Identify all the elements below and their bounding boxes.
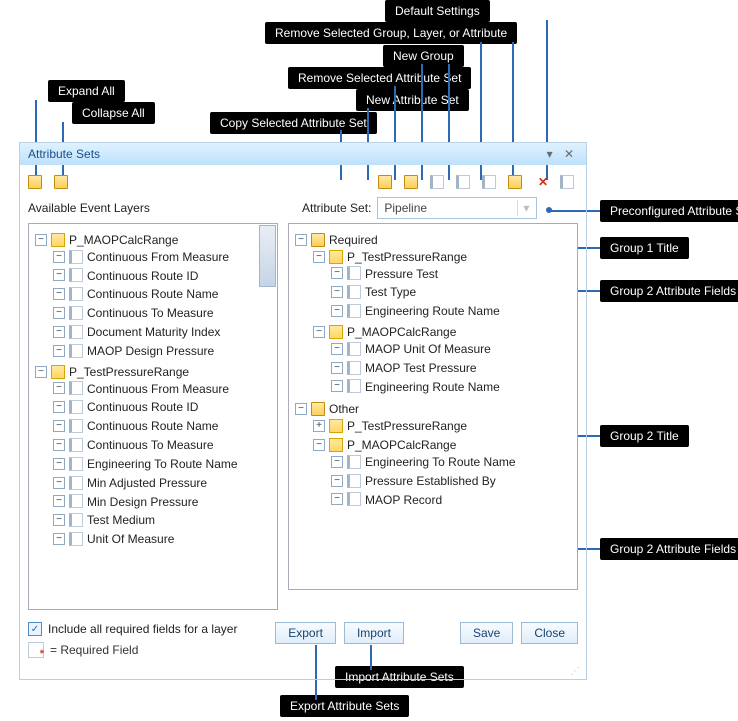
scrollbar-thumb[interactable]: [259, 225, 276, 287]
tree-item[interactable]: −Engineering Route Name: [331, 301, 575, 320]
callout-new-group: New Group: [383, 45, 464, 67]
dialog-title: Attribute Sets: [28, 147, 100, 161]
available-layers-pane: −P_MAOPCalcRange −Continuous From Measur…: [28, 223, 278, 610]
save-button[interactable]: Save: [460, 622, 513, 644]
tree-item[interactable]: −MAOP Test Pressure: [331, 358, 575, 377]
dialog-header: Attribute Sets ▾ ✕: [20, 143, 586, 165]
callout-export-set: Export Attribute Sets: [280, 695, 409, 717]
tree-item[interactable]: −MAOP Record: [331, 490, 575, 509]
tree-item[interactable]: −Continuous Route ID: [53, 266, 275, 285]
attr-set-label: Attribute Set:: [302, 201, 371, 215]
tree-item[interactable]: −Continuous To Measure: [53, 435, 275, 454]
remove-item-button[interactable]: ✕: [534, 173, 552, 191]
tree-layer[interactable]: −P_TestPressureRange −Pressure Test −Tes…: [313, 247, 575, 322]
tree-item[interactable]: −Continuous Route Name: [53, 416, 275, 435]
callout-collapse-all: Collapse All: [72, 102, 155, 124]
include-required-checkbox[interactable]: ✓ Include all required fields for a laye…: [28, 622, 237, 636]
tree-layer[interactable]: −P_TestPressureRange −Continuous From Me…: [35, 362, 275, 550]
copy-set-button[interactable]: [430, 173, 448, 191]
callout-expand-all: Expand All: [48, 80, 125, 102]
tree-layer[interactable]: +P_TestPressureRange: [313, 416, 575, 435]
tree-item[interactable]: −MAOP Design Pressure: [53, 341, 275, 360]
close-button[interactable]: Close: [521, 622, 578, 644]
legend-text: = Required Field: [50, 643, 138, 657]
attr-set-value: Pipeline: [384, 201, 427, 215]
tree-item[interactable]: −Document Maturity Index: [53, 322, 275, 341]
default-settings-button[interactable]: [560, 173, 578, 191]
expand-all-button[interactable]: [28, 173, 46, 191]
export-button[interactable]: Export: [275, 622, 336, 644]
required-icon: [28, 642, 44, 658]
tree-layer[interactable]: −P_MAOPCalcRange −MAOP Unit Of Measure −…: [313, 322, 575, 397]
configured-set-pane: −Required −P_TestPressureRange −Pressure…: [288, 223, 578, 590]
tree-item[interactable]: −Min Adjusted Pressure: [53, 473, 275, 492]
collapse-all-right-button[interactable]: [404, 173, 422, 191]
new-set-button[interactable]: [456, 173, 474, 191]
tree-item[interactable]: −Continuous To Measure: [53, 303, 275, 322]
attr-set-combo[interactable]: Pipeline ▾: [377, 197, 537, 219]
tree-item[interactable]: −Unit Of Measure: [53, 529, 275, 548]
expand-all-right-button[interactable]: [378, 173, 396, 191]
callout-group2-attr: Group 2 Attribute Fields: [600, 280, 738, 302]
callout-remove-set: Remove Selected Attribute Set: [288, 67, 471, 89]
include-required-label: Include all required fields for a layer: [48, 622, 237, 636]
toolbar: ✕: [20, 165, 586, 195]
tree-item[interactable]: −Engineering To Route Name: [53, 454, 275, 473]
tree-item[interactable]: −Continuous From Measure: [53, 247, 275, 266]
callout-new-set: New Attribute Set: [356, 89, 469, 111]
tree-item[interactable]: −Continuous Route ID: [53, 397, 275, 416]
chevron-down-icon: ▾: [517, 200, 534, 216]
checkbox-icon: ✓: [28, 622, 42, 636]
tree-item[interactable]: −Continuous Route Name: [53, 284, 275, 303]
import-button[interactable]: Import: [344, 622, 404, 644]
tree-item[interactable]: −Min Design Pressure: [53, 492, 275, 511]
tree-group[interactable]: −Other +P_TestPressureRange −P_MAOPCalcR…: [295, 399, 575, 512]
tree-group[interactable]: −Required −P_TestPressureRange −Pressure…: [295, 230, 575, 399]
callout-default-settings: Default Settings: [385, 0, 490, 22]
resize-grip[interactable]: ⋰: [20, 666, 586, 679]
tree-item[interactable]: −Test Medium: [53, 510, 275, 529]
remove-set-button[interactable]: [482, 173, 500, 191]
callout-group1-title: Group 1 Title: [600, 237, 689, 259]
callout-remove-gla: Remove Selected Group, Layer, or Attribu…: [265, 22, 517, 44]
dialog-footer: ✓ Include all required fields for a laye…: [20, 618, 586, 666]
labels-row: Available Event Layers Attribute Set: Pi…: [20, 195, 586, 223]
close-icon[interactable]: ✕: [560, 147, 578, 161]
tree-item[interactable]: −Engineering Route Name: [331, 377, 575, 396]
tree-item[interactable]: −Engineering To Route Name: [331, 452, 575, 471]
pin-icon[interactable]: ▾: [543, 147, 557, 161]
attribute-sets-dialog: Attribute Sets ▾ ✕ ✕ Available Event Lay…: [19, 142, 587, 680]
available-layers-label: Available Event Layers: [28, 201, 298, 215]
tree-item[interactable]: −Test Type: [331, 282, 575, 301]
tree-item[interactable]: −MAOP Unit Of Measure: [331, 339, 575, 358]
callout-group2-title: Group 2 Title: [600, 425, 689, 447]
callout-preconfigured: Preconfigured Attribute Sets: [600, 200, 738, 222]
collapse-all-button[interactable]: [54, 173, 72, 191]
tree-layer[interactable]: −P_MAOPCalcRange −Continuous From Measur…: [35, 230, 275, 362]
tree-item[interactable]: −Pressure Established By: [331, 471, 575, 490]
callout-copy-set: Copy Selected Attribute Set: [210, 112, 377, 134]
tree-item[interactable]: −Continuous From Measure: [53, 379, 275, 398]
tree-item[interactable]: −Pressure Test: [331, 264, 575, 283]
new-group-button[interactable]: [508, 173, 526, 191]
callout-group2-attr-b: Group 2 Attribute Fields: [600, 538, 738, 560]
tree-layer[interactable]: −P_MAOPCalcRange −Engineering To Route N…: [313, 435, 575, 510]
required-field-legend: = Required Field: [28, 642, 237, 658]
